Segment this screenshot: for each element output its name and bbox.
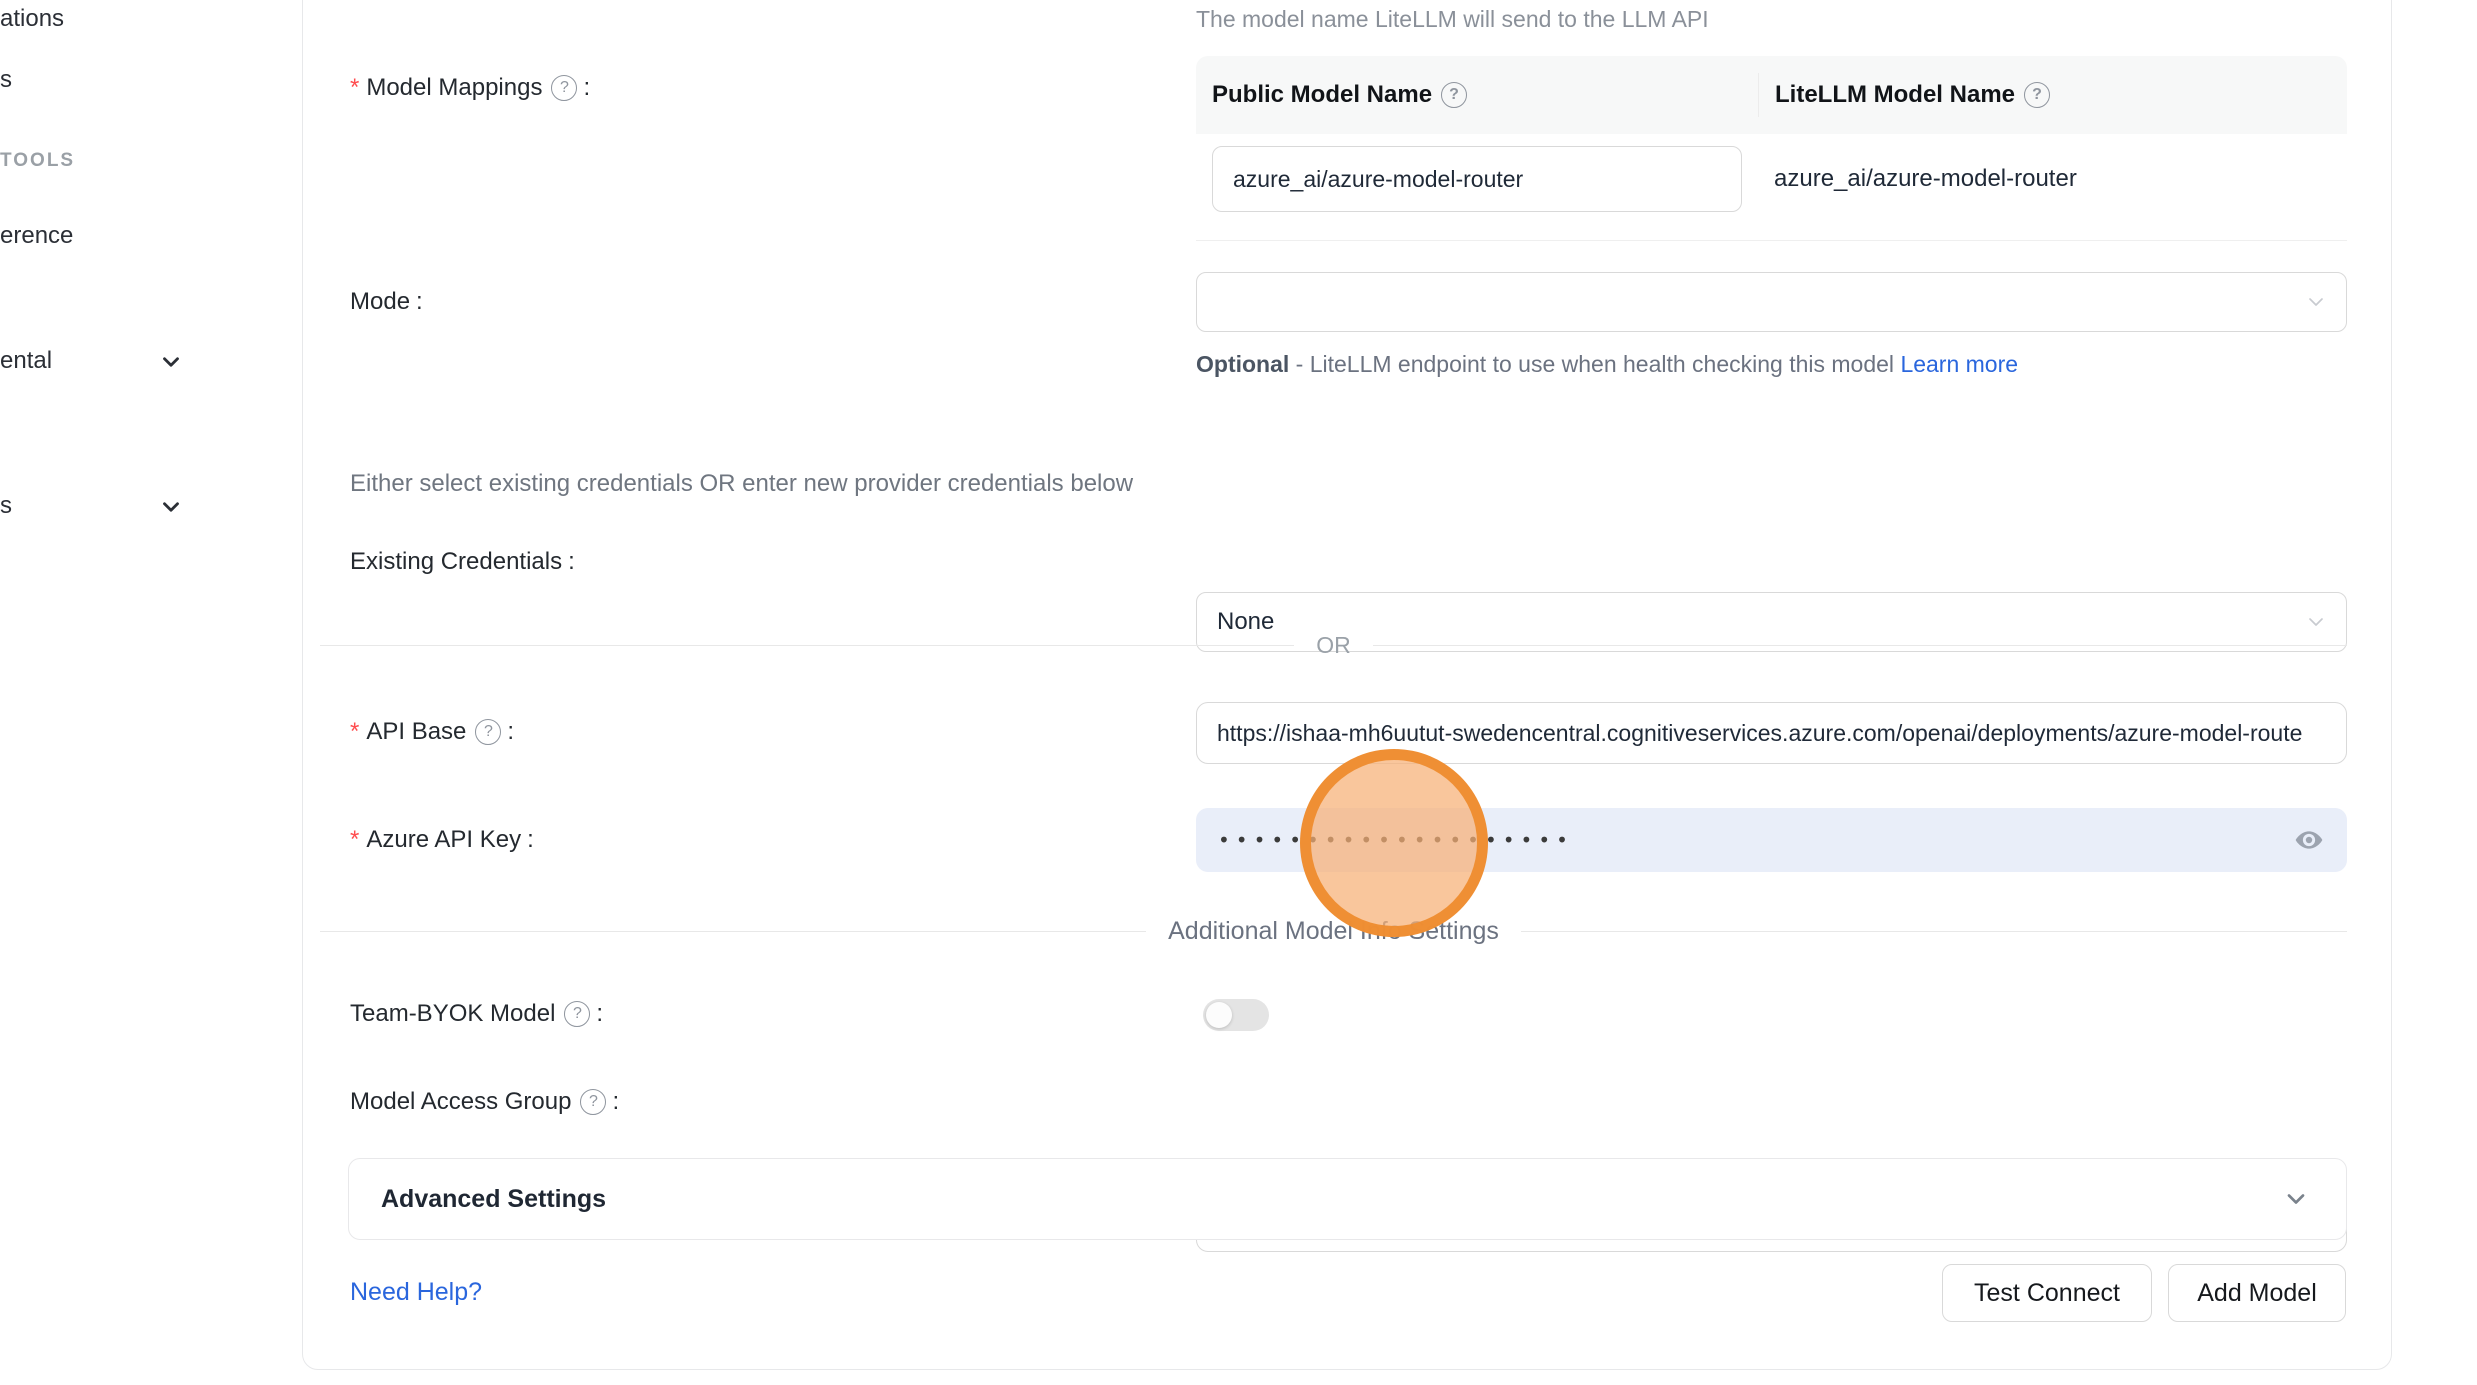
model-access-group-label-text: Model Access Group: [350, 1088, 571, 1116]
column-label: Public Model Name: [1212, 81, 1432, 109]
model-mappings-label-text: Model Mappings: [366, 74, 542, 102]
model-mappings-table-header: Public Model Name ? LiteLLM Model Name ?: [1196, 56, 2347, 134]
mode-label-text: Mode: [350, 288, 410, 316]
help-circle-icon[interactable]: ?: [551, 75, 577, 101]
chevron-down-icon: [2304, 610, 2328, 634]
mode-hint-bold: Optional: [1196, 351, 1289, 377]
sidebar-section-tools: TOOLS: [0, 150, 75, 172]
existing-credentials-label-text: Existing Credentials: [350, 548, 562, 576]
model-mappings-label: * Model Mappings ? :: [350, 74, 590, 102]
mode-select[interactable]: [1196, 272, 2347, 332]
required-asterisk: *: [350, 826, 359, 854]
team-byok-label: Team-BYOK Model ? :: [350, 1000, 603, 1028]
colon: :: [568, 548, 575, 576]
mode-hint-text: - LiteLLM endpoint to use when health ch…: [1289, 351, 1900, 377]
or-divider: OR: [320, 632, 2347, 659]
column-litellm-model-name: LiteLLM Model Name ?: [1758, 73, 2347, 117]
eye-icon[interactable]: [2293, 824, 2325, 856]
colon: :: [596, 1000, 603, 1028]
chevron-down-icon[interactable]: [158, 349, 184, 375]
api-base-label-text: API Base: [366, 718, 466, 746]
help-circle-icon[interactable]: ?: [580, 1089, 606, 1115]
learn-more-link[interactable]: Learn more: [1900, 351, 2018, 377]
colon: :: [612, 1088, 619, 1116]
help-circle-icon[interactable]: ?: [564, 1001, 590, 1027]
sidebar-item-ations[interactable]: ations: [0, 5, 64, 33]
advanced-settings-title: Advanced Settings: [381, 1185, 2282, 1214]
azure-api-key-label: * Azure API Key :: [350, 826, 534, 854]
or-divider-text: OR: [1294, 632, 1373, 659]
add-model-button[interactable]: Add Model: [2168, 1264, 2346, 1322]
api-base-label: * API Base ? :: [350, 718, 514, 746]
column-public-model-name: Public Model Name ?: [1196, 81, 1758, 109]
sidebar-item-s1[interactable]: s: [0, 66, 12, 94]
additional-settings-divider: Additional Model Info Settings: [320, 917, 2347, 946]
sidebar-item-ental[interactable]: ental: [0, 347, 52, 375]
chevron-down-icon[interactable]: [158, 494, 184, 520]
colon: :: [583, 74, 590, 102]
chevron-down-icon: [2304, 290, 2328, 314]
azure-api-key-input[interactable]: ••••••••••••••••••••: [1196, 808, 2347, 872]
sidebar-item-s2[interactable]: s: [0, 492, 12, 520]
model-mappings-table: Public Model Name ? LiteLLM Model Name ?…: [1196, 56, 2347, 241]
model-access-group-label: Model Access Group ? :: [350, 1088, 619, 1116]
toggle-knob: [1206, 1002, 1232, 1028]
column-label: LiteLLM Model Name: [1775, 81, 2015, 109]
advanced-settings-panel[interactable]: Advanced Settings: [348, 1158, 2347, 1240]
team-byok-toggle[interactable]: [1203, 999, 1269, 1031]
colon: :: [416, 288, 423, 316]
additional-settings-divider-text: Additional Model Info Settings: [1146, 917, 1521, 946]
add-model-page: ations s TOOLS erence ental s The model …: [0, 0, 2477, 1385]
mode-hint: Optional - LiteLLM endpoint to use when …: [1196, 344, 2026, 384]
existing-credentials-label: Existing Credentials :: [350, 548, 575, 576]
need-help-link[interactable]: Need Help?: [350, 1278, 482, 1307]
help-circle-icon[interactable]: ?: [2024, 82, 2050, 108]
help-circle-icon[interactable]: ?: [1441, 82, 1467, 108]
mode-label: Mode :: [350, 288, 423, 316]
model-name-hint: The model name LiteLLM will send to the …: [1196, 6, 1709, 33]
required-asterisk: *: [350, 74, 359, 102]
team-byok-label-text: Team-BYOK Model: [350, 1000, 555, 1028]
table-row: azure_ai/azure-model-router: [1196, 134, 2347, 241]
required-asterisk: *: [350, 718, 359, 746]
chevron-down-icon: [2282, 1185, 2310, 1213]
credentials-note: Either select existing credentials OR en…: [350, 470, 1133, 498]
colon: :: [527, 826, 534, 854]
api-base-input[interactable]: [1196, 702, 2347, 764]
litellm-model-name-value: azure_ai/azure-model-router: [1742, 165, 2077, 193]
help-circle-icon[interactable]: ?: [475, 719, 501, 745]
masked-api-key: ••••••••••••••••••••: [1218, 830, 2293, 850]
sidebar-item-erence[interactable]: erence: [0, 222, 73, 250]
test-connect-button[interactable]: Test Connect: [1942, 1264, 2152, 1322]
colon: :: [507, 718, 514, 746]
azure-api-key-label-text: Azure API Key: [366, 826, 521, 854]
public-model-name-input[interactable]: [1212, 146, 1742, 212]
